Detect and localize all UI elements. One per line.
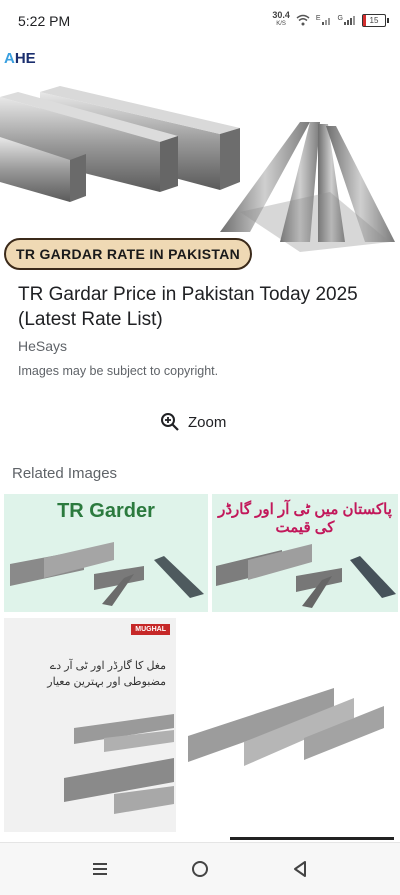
system-navbar	[0, 842, 400, 895]
related-image-tile[interactable]: TR Garder	[4, 494, 208, 612]
status-bar: 5:22 PM 30.4 K/S E G 15	[0, 0, 400, 42]
zoom-label: Zoom	[188, 413, 227, 431]
back-icon	[294, 861, 306, 877]
related-image-tile[interactable]: پاکستان میں ٹی آر اور گارڈر کی قیمت	[212, 494, 398, 612]
signal-icon	[344, 16, 355, 25]
steel-beams-image	[10, 542, 204, 606]
status-icons: 30.4 K/S E G 15	[272, 10, 389, 29]
scroll-indicator	[230, 837, 394, 840]
result-title[interactable]: TR Gardar Price in Pakistan Today 2025 (…	[18, 282, 388, 332]
main-image[interactable]: AHE TR GARDAR RATE IN PAKISTAN	[0, 42, 400, 272]
signal-e: E	[316, 15, 332, 25]
zoom-button[interactable]: Zoom	[160, 412, 226, 432]
steel-beams-image	[188, 688, 384, 766]
signal-icon	[321, 18, 330, 25]
home-icon	[192, 861, 208, 877]
status-time: 5:22 PM	[18, 13, 71, 29]
related-image-tile[interactable]: MUGHAL مغل کا گارڈر اور ٹی آر دے مضبوطی …	[4, 618, 176, 832]
home-button[interactable]	[186, 855, 214, 883]
related-image-tile[interactable]	[184, 676, 390, 776]
zoom-in-icon	[161, 413, 179, 431]
copyright-notice: Images may be subject to copyright.	[18, 364, 219, 378]
network-speed: 30.4 K/S	[272, 10, 290, 28]
wifi-icon	[296, 14, 310, 26]
signal-g: G	[338, 15, 356, 25]
steel-beams-image	[64, 714, 174, 814]
image-caption-badge: TR GARDAR RATE IN PAKISTAN	[4, 238, 253, 270]
recents-button[interactable]	[86, 855, 114, 883]
result-source[interactable]: HeSays	[18, 338, 67, 354]
recents-icon	[93, 863, 107, 875]
steel-beams-image	[216, 544, 396, 608]
battery-icon: 15	[362, 13, 389, 27]
related-images-heading: Related Images	[12, 465, 118, 482]
back-button[interactable]	[286, 855, 314, 883]
